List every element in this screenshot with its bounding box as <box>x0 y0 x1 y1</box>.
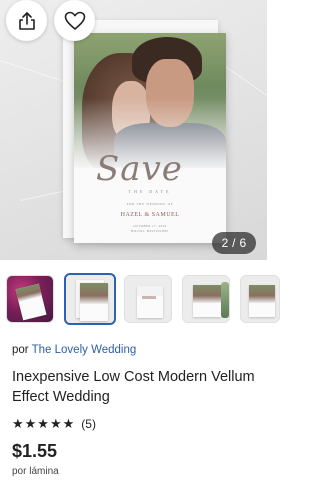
seller-prefix: por <box>12 344 29 356</box>
product-title: Inexpensive Low Cost Modern Vellum Effec… <box>12 369 255 405</box>
rating[interactable]: ★★★★★ (5) <box>12 416 96 432</box>
favorite-button[interactable] <box>54 0 95 41</box>
couple-photo <box>74 33 226 168</box>
thumbnail-1[interactable] <box>6 275 54 323</box>
shop-name-link[interactable]: The Lovely Wedding <box>32 344 137 356</box>
card-the-date: THE DATE <box>128 189 172 194</box>
thumbnail-3[interactable] <box>124 275 172 323</box>
invitation-card: Save THE DATE FOR THE WEDDING OF HAZEL &… <box>74 33 226 243</box>
heart-outline-icon <box>64 11 85 30</box>
rating-stars: ★★★★★ <box>12 416 76 431</box>
card-intro-line: FOR THE WEDDING OF <box>126 202 174 206</box>
card-date-line: OCTOBER 17, 2026 <box>133 224 167 228</box>
review-count[interactable]: (5) <box>81 417 96 431</box>
price: $1.55 <box>12 441 58 461</box>
thumbnail-4[interactable] <box>182 275 230 323</box>
card-names: HAZEL & SAMUEL <box>120 212 180 218</box>
seller-line: por The Lovely Wedding <box>12 344 136 356</box>
price-unit: por lámina <box>12 466 59 477</box>
product-image-viewer[interactable]: Save THE DATE FOR THE WEDDING OF HAZEL &… <box>0 0 267 260</box>
image-counter: 2 / 6 <box>212 232 256 254</box>
thumbnail-2[interactable] <box>64 273 116 325</box>
thumbnail-5[interactable] <box>240 275 280 323</box>
card-script-text: Save <box>96 149 183 189</box>
share-button[interactable] <box>6 0 47 41</box>
card-location-line: BILOXI, MISSISSIPPI <box>131 229 169 233</box>
thumbnail-strip[interactable] <box>0 267 280 329</box>
share-icon <box>18 11 35 30</box>
